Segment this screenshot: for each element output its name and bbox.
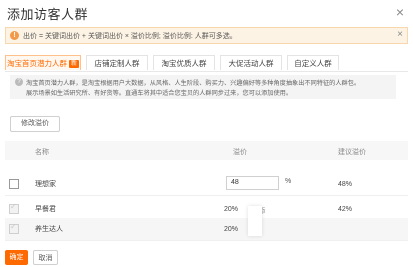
notice-close-icon[interactable]: ×	[397, 29, 403, 40]
tab-promo-event[interactable]: 大促活动人群	[220, 55, 282, 70]
row-ratio: 20%	[224, 226, 239, 233]
new-badge: 新	[68, 60, 79, 69]
row-checkbox-disabled	[9, 202, 19, 214]
cancel-button[interactable]: 取消	[33, 250, 58, 265]
row-name: 养生达人	[35, 226, 63, 233]
dialog-title: 添加访客人群	[7, 7, 89, 22]
row-checkbox-disabled	[9, 222, 19, 234]
tooltip-popover	[248, 206, 262, 236]
tab-taobao-homepage-potential[interactable]: 淘宝首页潜力人群新	[5, 55, 81, 70]
row-checkbox[interactable]	[9, 179, 19, 189]
tab-description: ? 淘宝首页潜力人群，是淘宝根据用户大数据，从风格、人生阶段、购买力、兴趣偏好等…	[10, 75, 396, 99]
table-row: 理想家 48 % 48%	[5, 171, 408, 196]
modify-premium-button[interactable]: 修改溢价	[10, 116, 60, 132]
tab-taobao-quality[interactable]: 淘宝优质人群	[153, 55, 215, 70]
row-ratio: 20%	[224, 206, 239, 213]
description-line-1: 淘宝首页潜力人群，是淘宝根据用户大数据，从风格、人生阶段、购买力、兴趣偏好等多种…	[26, 80, 361, 87]
tab-label: 淘宝首页潜力人群	[6, 59, 67, 68]
row-name: 早餐君	[35, 206, 56, 213]
add-visitor-crowd-dialog: 添加访客人群 × ! 出价 = 关键词出价 + 关键词出价 × 溢价比例; 溢价…	[0, 0, 413, 267]
ratio-input[interactable]: 48	[226, 176, 279, 190]
table-row: 养生达人 20% (已	[5, 218, 408, 241]
description-line-2: 展示场景如生活研究所、有好货等。直通车将其中适合您宝贝的人群同步过来，您可以添加…	[26, 90, 293, 97]
row-name: 理想家	[35, 181, 56, 188]
close-icon[interactable]: ×	[396, 4, 404, 20]
table-header: 名称 溢价 建议溢价	[5, 141, 408, 160]
row-suggested: 48%	[338, 181, 353, 188]
notice-text: 出价 = 关键词出价 + 关键词出价 × 溢价比例; 溢价比例: 人群可多选。	[23, 33, 237, 40]
row-suggested: 42%	[338, 206, 353, 213]
info-icon: !	[10, 31, 19, 40]
crowd-tabs: 淘宝首页潜力人群新 店铺定制人群 淘宝优质人群 大促活动人群 自定义人群	[5, 55, 408, 72]
tab-custom-crowd[interactable]: 自定义人群	[287, 55, 339, 70]
notice-bar: ! 出价 = 关键词出价 + 关键词出价 × 溢价比例; 溢价比例: 人群可多选…	[5, 27, 408, 44]
column-name: 名称	[35, 149, 49, 156]
column-suggested: 建议溢价	[338, 149, 366, 156]
question-icon: ?	[15, 78, 23, 86]
tab-store-custom[interactable]: 店铺定制人群	[86, 55, 148, 70]
column-ratio: 溢价	[233, 149, 247, 156]
confirm-button[interactable]: 确定	[5, 250, 28, 265]
ratio-unit: %	[285, 178, 292, 185]
